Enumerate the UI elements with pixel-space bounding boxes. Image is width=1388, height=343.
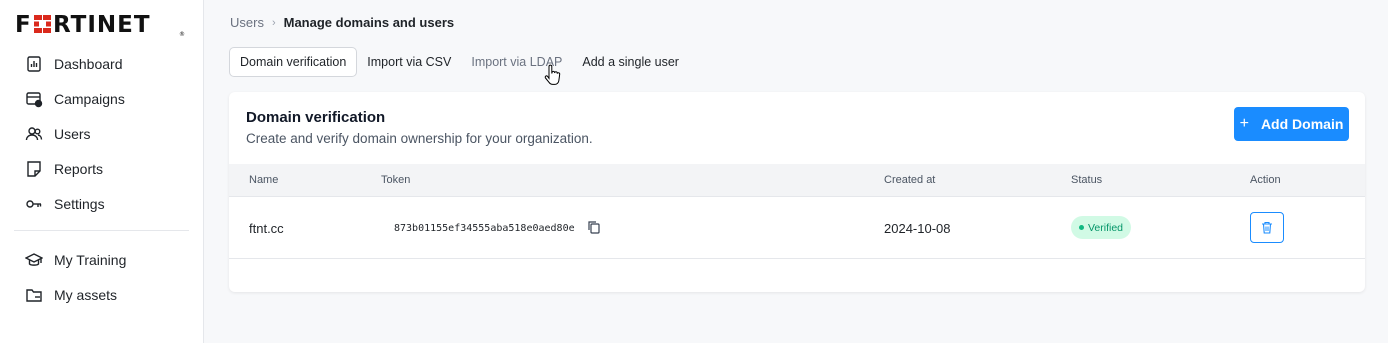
column-header-created-at: Created at — [884, 174, 936, 186]
card-title: Domain verification — [246, 109, 386, 126]
plus-icon: + — [1239, 115, 1249, 132]
graduation-cap-icon — [25, 251, 43, 269]
column-header-name: Name — [249, 174, 279, 186]
svg-text:F: F — [15, 12, 32, 36]
folder-icon — [25, 286, 43, 304]
table-row: ftnt.cc 873b01155ef34555aba518e0aed80e 2… — [229, 197, 1365, 259]
settings-key-icon — [25, 195, 43, 213]
breadcrumb-users-link[interactable]: Users — [230, 15, 264, 30]
add-domain-button[interactable]: + Add Domain — [1234, 107, 1349, 141]
sidebar-item-dashboard[interactable]: Dashboard — [0, 46, 203, 81]
tab-domain-verification[interactable]: Domain verification — [229, 47, 358, 77]
sidebar-item-label: Reports — [54, 160, 104, 177]
created-at: 2024-10-08 — [884, 221, 951, 236]
sidebar-item-my-assets[interactable]: My assets — [0, 277, 203, 312]
hand-pointer-cursor-icon — [544, 64, 561, 85]
copy-icon[interactable] — [587, 220, 601, 234]
breadcrumb: Users › Manage domains and users — [230, 15, 454, 30]
sidebar-item-reports[interactable]: Reports — [0, 151, 203, 186]
card-subtitle: Create and verify domain ownership for y… — [246, 131, 593, 146]
chevron-right-icon: › — [271, 16, 276, 29]
campaigns-icon — [25, 90, 43, 108]
sidebar-item-label: Users — [54, 125, 91, 142]
sidebar-item-campaigns[interactable]: Campaigns — [0, 81, 203, 116]
sidebar-nav: Dashboard Campaigns Users Reports Settin… — [0, 46, 203, 221]
tab-add-single-user[interactable]: Add a single user — [572, 47, 689, 77]
trash-icon — [1262, 221, 1272, 234]
status-dot-icon — [1079, 225, 1084, 230]
sidebar-item-label: Campaigns — [54, 90, 125, 107]
sidebar-item-my-training[interactable]: My Training — [0, 242, 203, 277]
status-label: Verified — [1088, 221, 1124, 234]
delete-domain-button[interactable] — [1250, 212, 1284, 243]
sidebar-item-label: Dashboard — [54, 55, 123, 72]
tab-bar: Domain verification Import via CSV Impor… — [229, 47, 689, 77]
column-header-status: Status — [1071, 174, 1103, 186]
status-badge: Verified — [1071, 216, 1132, 239]
users-icon — [25, 125, 43, 143]
breadcrumb-current: Manage domains and users — [283, 15, 455, 30]
tab-import-csv[interactable]: Import via CSV — [357, 47, 461, 77]
reports-icon — [25, 160, 43, 178]
fortinet-logo-mark: F RTINET ® — [15, 12, 185, 36]
sidebar-item-label: My Training — [54, 251, 127, 268]
domain-name: ftnt.cc — [249, 221, 284, 236]
column-header-action: Action — [1250, 174, 1281, 186]
fortinet-logo[interactable]: F RTINET ® — [15, 12, 187, 36]
sidebar-item-label: My assets — [54, 286, 118, 303]
table-header: Name Token Created at Status Action — [229, 164, 1365, 197]
column-header-token: Token — [381, 174, 411, 186]
svg-text:®: ® — [179, 31, 185, 36]
domain-verification-card: Domain verification Create and verify do… — [229, 92, 1365, 292]
dashboard-icon — [25, 55, 43, 73]
add-domain-label: Add Domain — [1260, 116, 1344, 132]
sidebar-divider — [14, 230, 189, 231]
sidebar: F RTINET ® Dashboard Campaigns Users Rep… — [0, 0, 204, 343]
sidebar-item-label: Settings — [54, 195, 105, 212]
sidebar-item-settings[interactable]: Settings — [0, 186, 203, 221]
svg-text:RTINET: RTINET — [53, 12, 151, 36]
sidebar-nav-bottom: My Training My assets — [0, 242, 203, 312]
sidebar-item-users[interactable]: Users — [0, 116, 203, 151]
domain-token: 873b01155ef34555aba518e0aed80e — [394, 223, 575, 234]
